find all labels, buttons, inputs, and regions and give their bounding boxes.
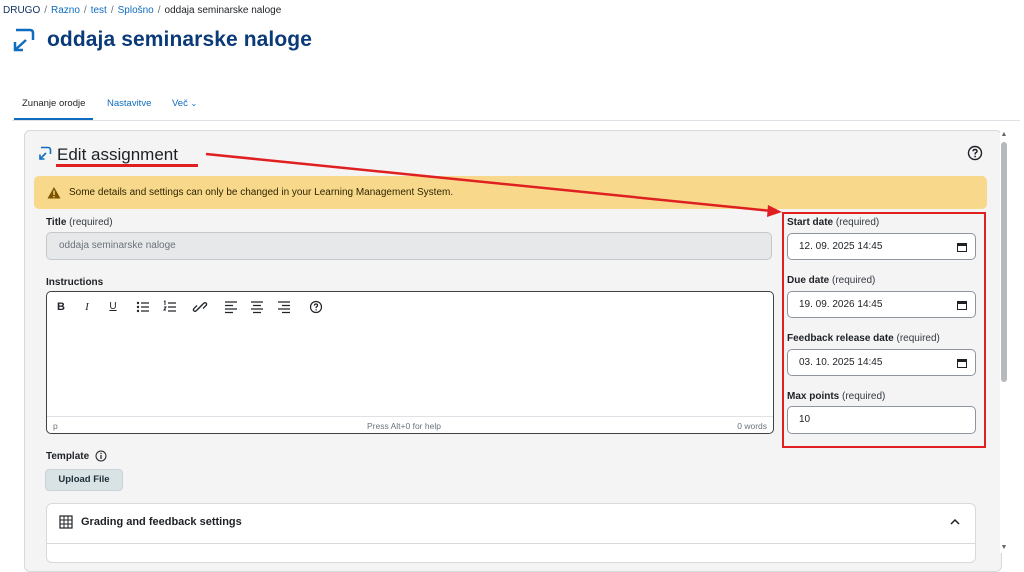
breadcrumb-item-razno[interactable]: Razno: [51, 5, 80, 16]
grading-section-title[interactable]: Grading and feedback settings: [81, 516, 242, 528]
instructions-label: Instructions: [46, 277, 104, 288]
breadcrumb-item-drugo[interactable]: DRUGO: [3, 5, 40, 16]
edit-assignment-heading: Edit assignment: [57, 145, 178, 164]
grading-feedback-section: [46, 503, 976, 563]
scroll-up-arrow-icon[interactable]: ▲: [1000, 131, 1008, 139]
align-center-icon[interactable]: [249, 299, 265, 315]
tab-nastavitve[interactable]: Nastavitve: [107, 98, 151, 109]
external-tool-icon: [39, 146, 52, 160]
editor-help-hint: Press Alt+0 for help: [367, 421, 441, 431]
title-required-hint: (required): [69, 217, 113, 228]
title-label-text: Title: [46, 217, 67, 228]
warning-icon: [47, 187, 61, 199]
scroll-down-arrow-icon[interactable]: ▼: [1000, 544, 1008, 552]
italic-icon[interactable]: I: [79, 299, 95, 315]
scrollbar-thumb[interactable]: [1001, 142, 1007, 382]
editor-toolbar: B I U: [47, 293, 773, 321]
underline-icon[interactable]: U: [105, 299, 121, 315]
bullet-list-icon[interactable]: [135, 299, 151, 315]
annotation-underline: [56, 164, 198, 167]
section-divider: [47, 543, 975, 544]
chevron-up-icon[interactable]: [949, 517, 961, 527]
breadcrumb: DRUGO / Razno / test / Splošno / oddaja seminars…: [3, 5, 282, 16]
annotation-highlight-box: [782, 212, 986, 448]
upload-file-button[interactable]: Upload File: [45, 469, 123, 491]
template-label: Template: [46, 451, 90, 462]
align-right-icon[interactable]: [276, 299, 292, 315]
bold-icon[interactable]: B: [53, 299, 69, 315]
table-grid-icon: [59, 515, 73, 529]
editor-statusbar: p Press Alt+0 for help 0 words: [47, 416, 773, 434]
word-count[interactable]: 0 words: [737, 421, 767, 431]
link-icon[interactable]: [192, 299, 208, 315]
external-tool-icon: [13, 28, 35, 52]
chevron-down-icon: ⌄: [190, 99, 198, 108]
tab-vec-label: Več: [172, 98, 188, 109]
breadcrumb-item-splosno[interactable]: Splošno: [118, 5, 154, 16]
title-input[interactable]: oddaja seminarske naloge: [46, 232, 772, 260]
help-icon[interactable]: [967, 145, 983, 161]
tab-vec[interactable]: Več ⌄: [172, 98, 197, 109]
tabs-divider: [12, 120, 1020, 121]
element-path[interactable]: p: [53, 421, 58, 431]
breadcrumb-item-test[interactable]: test: [91, 5, 107, 16]
tab-zunanje-orodje[interactable]: Zunanje orodje: [22, 98, 85, 109]
alert-message: Some details and settings can only be ch…: [69, 187, 454, 198]
breadcrumb-item-current: oddaja seminarske naloge: [164, 5, 282, 16]
title-label: Title (required): [46, 217, 113, 228]
numbered-list-icon[interactable]: [162, 299, 178, 315]
info-icon[interactable]: [95, 450, 107, 462]
align-left-icon[interactable]: [223, 299, 239, 315]
page-title: oddaja seminarske naloge: [47, 28, 313, 51]
help-icon[interactable]: [308, 299, 324, 315]
